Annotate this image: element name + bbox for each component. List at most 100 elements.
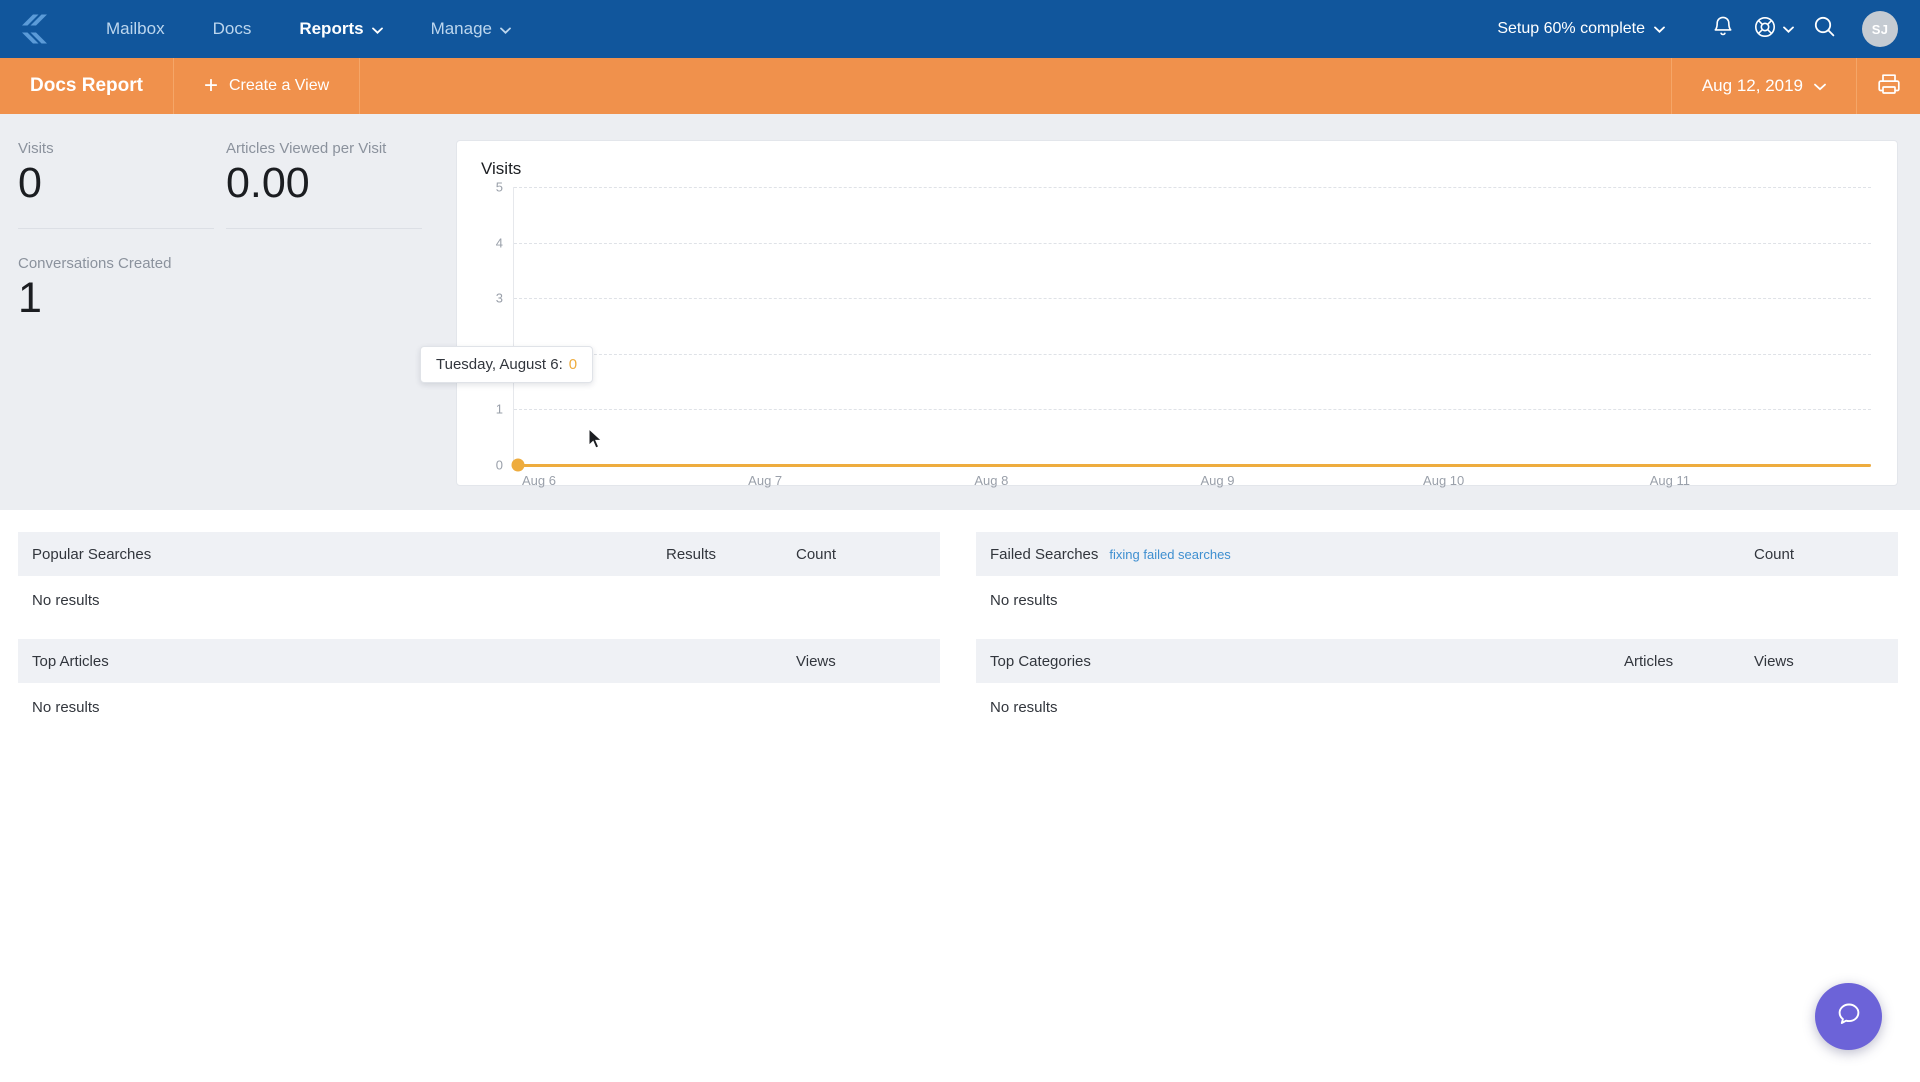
metric-value: 0.00	[226, 159, 310, 207]
chart-x-axis-labels: Aug 6 Aug 7 Aug 8 Aug 9 Aug 10 Aug 11	[513, 465, 1871, 495]
metric-conversations-created: Conversations Created 1	[18, 255, 422, 343]
page-title-text: Docs Report	[30, 75, 143, 96]
nav-item-manage[interactable]: Manage	[407, 0, 535, 58]
report-subheader: Docs Report + Create a View Aug 12, 2019	[0, 58, 1920, 114]
chevron-down-icon	[1814, 76, 1826, 96]
chart-gridline	[514, 353, 1871, 355]
report-table: Top Articles Views No results	[18, 639, 940, 724]
chart-x-tick-label: Aug 7	[748, 473, 783, 488]
table-header-row: Top Categories Articles Views	[976, 639, 1898, 683]
subheader-spacer	[360, 58, 1671, 114]
top-navigation-bar: Mailbox Docs Reports Manage Setup 60% co…	[0, 0, 1920, 58]
tables-right-column: Failed Searches fixing failed searches Cou…	[976, 532, 1898, 746]
bell-icon	[1712, 15, 1734, 44]
notifications-button[interactable]	[1699, 5, 1747, 53]
create-view-label: Create a View	[228, 77, 330, 94]
report-table: Popular Searches Results Count No results	[18, 532, 940, 617]
chart-y-tick-label: 1	[495, 401, 503, 417]
table-column-header: Count	[1754, 545, 1795, 563]
table-empty-state: No results	[990, 699, 1058, 716]
helpscout-logo-icon[interactable]	[18, 12, 52, 46]
help-beacon-button[interactable]	[1815, 983, 1882, 1050]
table-column-header: Views	[796, 652, 836, 670]
chevron-down-icon	[1783, 20, 1794, 38]
nav-item-label: Reports	[299, 19, 364, 38]
table-title: Top Categories	[990, 652, 1091, 670]
chart-y-tick-label: 3	[495, 290, 503, 306]
help-menu-button[interactable]	[1753, 15, 1794, 44]
summary-and-chart-band: Visits 0 Articles Viewed per Visit 0.00 …	[0, 114, 1920, 510]
table-header-row: Popular Searches Results Count	[18, 532, 940, 576]
metric-label: Visits	[18, 140, 54, 157]
table-title: Failed Searches	[990, 545, 1099, 563]
chevron-down-icon	[500, 0, 511, 58]
report-tables: Popular Searches Results Count No results To…	[0, 510, 1920, 746]
report-table: Top Categories Articles Views No results	[976, 639, 1898, 724]
table-header-row: Failed Searches fixing failed searches Cou…	[976, 532, 1898, 576]
table-column-header: Count	[796, 545, 837, 563]
nav-item-mailbox[interactable]: Mailbox	[82, 0, 189, 58]
chevron-down-icon	[1654, 20, 1665, 38]
chart-gridline	[514, 298, 1871, 300]
printer-icon	[1876, 71, 1902, 102]
chart-x-tick-label: Aug 10	[1423, 473, 1465, 488]
table-column-header: Results	[666, 545, 717, 563]
plus-icon: +	[203, 72, 218, 99]
nav-item-label: Manage	[430, 19, 492, 38]
chart-tooltip: Tuesday, August 6: 0	[420, 346, 594, 383]
print-report-button[interactable]	[1856, 58, 1920, 114]
date-range-picker[interactable]: Aug 12, 2019	[1670, 58, 1856, 114]
chart-x-tick-label: Aug 11	[1649, 473, 1690, 488]
summary-metrics: Visits 0 Articles Viewed per Visit 0.00 …	[0, 140, 456, 486]
nav-item-label: Docs	[212, 19, 252, 38]
chart-tooltip-label: Tuesday, August 6:	[436, 356, 563, 373]
search-icon	[1813, 15, 1836, 43]
table-empty-state: No results	[32, 699, 100, 716]
lifebuoy-icon	[1753, 15, 1777, 44]
search-button[interactable]	[1800, 5, 1848, 53]
chart-plot-area[interactable]: 543210	[496, 180, 1871, 473]
chart-x-tick-label: Aug 8	[974, 473, 1009, 488]
metrics-row-1: Visits 0 Articles Viewed per Visit 0.00	[18, 140, 434, 230]
chart-y-tick-label: 4	[495, 235, 503, 251]
table-title: Popular Searches	[32, 545, 152, 563]
chart-gridline	[514, 187, 1871, 188]
table-column-header: Views	[1754, 652, 1794, 670]
metric-value: 0	[18, 159, 42, 207]
chart-gridline	[514, 242, 1871, 244]
metric-label: Conversations Created	[18, 255, 172, 273]
nav-item-reports[interactable]: Reports	[275, 0, 406, 58]
primary-nav-links: Mailbox Docs Reports Manage	[82, 0, 535, 58]
chart-gridline	[514, 409, 1871, 411]
nav-item-label: Mailbox	[106, 19, 165, 38]
visits-chart-card: Visits 543210 Aug 6Aug 7Aug 8Aug 9Aug 10…	[456, 140, 1898, 488]
avatar-initials: SJ	[1871, 21, 1889, 37]
nav-item-docs[interactable]: Docs	[189, 0, 276, 58]
chart-y-tick-label: 0	[495, 457, 503, 473]
chart-y-tick-label: 5	[495, 179, 503, 195]
setup-progress-button[interactable]: Setup 60% complete	[1497, 20, 1665, 38]
chevron-down-icon	[371, 0, 383, 58]
table-column-header: Articles	[1624, 652, 1674, 670]
create-view-button[interactable]: + Create a View	[174, 58, 361, 114]
top-nav-right-cluster: Setup 60% complete SJ	[1497, 5, 1898, 53]
chat-bubble-icon	[1834, 999, 1864, 1034]
avatar[interactable]: SJ	[1862, 11, 1898, 47]
table-header-row: Top Articles Views	[18, 639, 940, 683]
tables-left-column: Popular Searches Results Count No results To…	[18, 532, 940, 746]
chart-title: Visits	[481, 159, 522, 178]
table-title: Top Articles	[32, 652, 109, 670]
metrics-row-2: Conversations Created 1	[18, 255, 434, 343]
chart-x-tick-label: Aug 6	[522, 473, 556, 488]
table-help-link[interactable]: fixing failed searches	[1109, 547, 1230, 562]
table-empty-state: No results	[32, 592, 100, 609]
metric-visits: Visits 0	[18, 140, 214, 230]
metric-label: Articles Viewed per Visit	[226, 140, 387, 157]
chart-x-tick-label: Aug 9	[1200, 473, 1235, 488]
date-range-label: Aug 12, 2019	[1701, 76, 1803, 95]
metric-value: 1	[18, 274, 42, 323]
chart-tooltip-value: 0	[568, 356, 578, 373]
report-table: Failed Searches fixing failed searches Cou…	[976, 532, 1898, 617]
page-title: Docs Report	[0, 58, 174, 114]
setup-progress-label: Setup 60% complete	[1497, 20, 1645, 37]
